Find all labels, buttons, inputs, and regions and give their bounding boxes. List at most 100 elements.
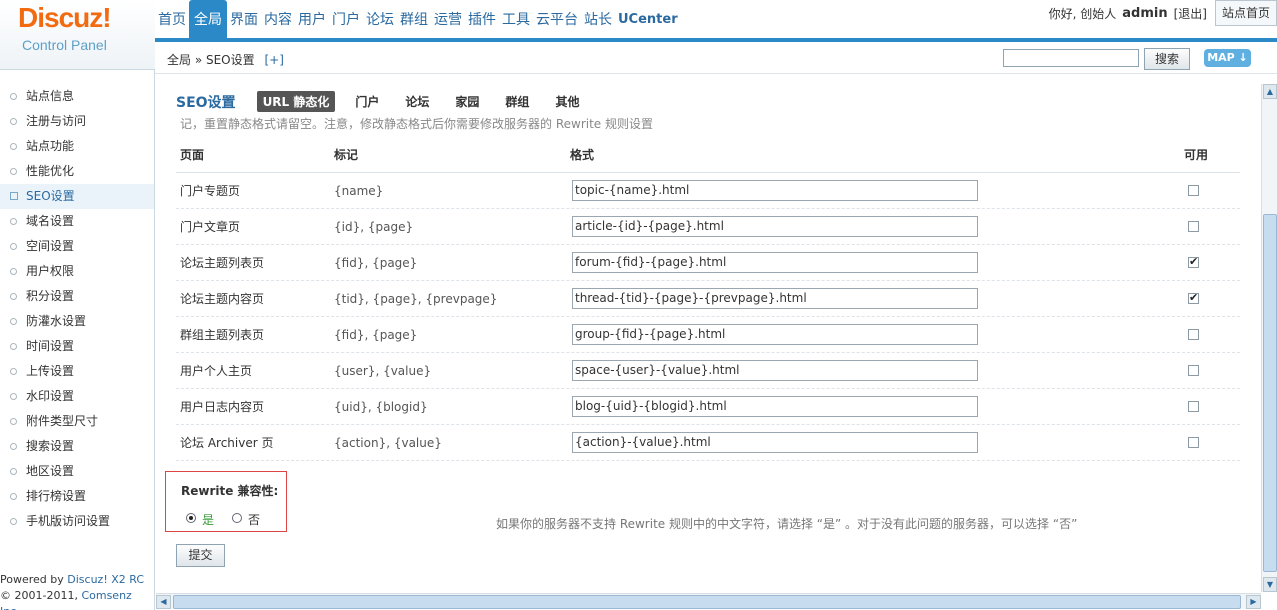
nav-item-5[interactable]: 门户 bbox=[329, 0, 363, 38]
nav-item-4[interactable]: 用户 bbox=[295, 0, 329, 38]
scroll-up-icon[interactable]: ▲ bbox=[1263, 84, 1277, 99]
table-row: 论坛主题内容页 {tid}, {page}, {prevpage} thread-{… bbox=[176, 281, 1240, 317]
sidebar-item-8[interactable]: 积分设置 bbox=[0, 284, 154, 309]
nav-item-1[interactable]: 全局 bbox=[189, 0, 227, 38]
bullet-icon bbox=[10, 493, 17, 500]
rewrite-yes-label: 是 bbox=[202, 513, 215, 527]
nav-item-7[interactable]: 群组 bbox=[397, 0, 431, 38]
map-button[interactable]: MAP ↓ bbox=[1204, 49, 1251, 67]
scroll-left-icon[interactable]: ◀ bbox=[156, 595, 171, 609]
format-input[interactable]: group-{fid}-{page}.html bbox=[572, 324, 978, 345]
sidebar-item-12[interactable]: 水印设置 bbox=[0, 384, 154, 409]
rewrite-yes-option[interactable]: 是 bbox=[186, 511, 214, 528]
nav-item-10[interactable]: 工具 bbox=[499, 0, 533, 38]
format-input[interactable]: blog-{uid}-{blogid}.html bbox=[572, 396, 978, 417]
sidebar-item-10[interactable]: 时间设置 bbox=[0, 334, 154, 359]
sidebar-item-16[interactable]: 排行榜设置 bbox=[0, 484, 154, 509]
tab-3[interactable]: 家园 bbox=[449, 91, 485, 112]
nav-item-9[interactable]: 插件 bbox=[465, 0, 499, 38]
sidebar-item-label: 地区设置 bbox=[26, 464, 75, 478]
enabled-checkbox[interactable] bbox=[1188, 185, 1199, 196]
format-input[interactable]: thread-{tid}-{page}-{prevpage}.html bbox=[572, 288, 978, 309]
bullet-icon bbox=[10, 418, 17, 425]
sidebar-item-6[interactable]: 空间设置 bbox=[0, 234, 154, 259]
nav-item-0[interactable]: 首页 bbox=[155, 0, 189, 38]
enabled-checkbox[interactable] bbox=[1188, 437, 1199, 448]
bullet-icon bbox=[10, 343, 17, 350]
table-row: 门户专题页 {name} topic-{name}.html bbox=[176, 173, 1240, 209]
format-input[interactable]: forum-{fid}-{page}.html bbox=[572, 252, 978, 273]
format-input[interactable]: {action}-{value}.html bbox=[572, 432, 978, 453]
search-button[interactable]: 搜索 bbox=[1144, 48, 1190, 70]
admin-app: Discuz! Control Panel 首页 全局 界面 内容 用户 门户 论坛 群组 运营… bbox=[0, 0, 1277, 610]
scroll-right-icon[interactable]: ▶ bbox=[1246, 595, 1261, 609]
nav-item-8[interactable]: 运营 bbox=[431, 0, 465, 38]
nav-item-11[interactable]: 云平台 bbox=[533, 0, 581, 38]
nav-item-6[interactable]: 论坛 bbox=[363, 0, 397, 38]
site-home-link[interactable]: 站点首页 bbox=[1214, 0, 1277, 26]
sidebar-item-3[interactable]: 性能优化 bbox=[0, 159, 154, 184]
format-input[interactable]: space-{user}-{value}.html bbox=[572, 360, 978, 381]
tab-1[interactable]: 门户 bbox=[349, 91, 385, 112]
add-shortcut-link[interactable]: [+] bbox=[264, 53, 283, 67]
vertical-scroll-thumb[interactable] bbox=[1263, 214, 1277, 572]
enabled-checkbox[interactable] bbox=[1188, 291, 1199, 304]
sidebar-item-0[interactable]: 站点信息 bbox=[0, 84, 154, 109]
horizontal-scroll-thumb[interactable] bbox=[173, 595, 1241, 609]
tab-5[interactable]: 其他 bbox=[549, 91, 585, 112]
sidebar-item-7[interactable]: 用户权限 bbox=[0, 259, 154, 284]
rewrite-compat: Rewrite 兼容性: 是 否 bbox=[165, 471, 287, 532]
enabled-checkbox[interactable] bbox=[1188, 401, 1199, 412]
enabled-checkbox[interactable] bbox=[1188, 221, 1199, 232]
sidebar-item-5[interactable]: 域名设置 bbox=[0, 209, 154, 234]
vertical-scrollbar[interactable]: ▲ ▼ bbox=[1261, 84, 1277, 592]
bullet-icon bbox=[10, 243, 17, 250]
sidebar-item-11[interactable]: 上传设置 bbox=[0, 359, 154, 384]
nav-item-3[interactable]: 内容 bbox=[261, 0, 295, 38]
rewrite-yes-radio[interactable] bbox=[186, 513, 196, 523]
bullet-icon bbox=[10, 443, 17, 450]
sidebar-item-4[interactable]: SEO设置 bbox=[0, 184, 154, 209]
sidebar-item-label: 空间设置 bbox=[26, 239, 75, 253]
nav-item-12[interactable]: 站长 bbox=[581, 0, 615, 38]
sidebar-item-label: 搜索设置 bbox=[26, 439, 75, 453]
footer-copyright: © 2001-2011, bbox=[0, 589, 82, 602]
logo-brand: Discuz! bbox=[18, 2, 112, 33]
format-input[interactable]: topic-{name}.html bbox=[572, 180, 978, 201]
footer-product-link[interactable]: Discuz! X2 RC bbox=[67, 573, 144, 586]
tab-0[interactable]: URL 静态化 bbox=[256, 91, 336, 112]
sidebar-item-2[interactable]: 站点功能 bbox=[0, 134, 154, 159]
main-content: SEO设置 URL 静态化 门户 论坛 家园 群组 其他 记，重置静态格式请留空。注意，修… bbox=[156, 75, 1260, 591]
header-page: 页面 bbox=[180, 148, 205, 162]
tab-4[interactable]: 群组 bbox=[499, 91, 535, 112]
row-mark: {fid}, {page} bbox=[334, 328, 418, 342]
sidebar-item-1[interactable]: 注册与访问 bbox=[0, 109, 154, 134]
breadcrumb: 全局 » SEO设置 [+] bbox=[167, 51, 284, 68]
bullet-icon bbox=[10, 118, 17, 125]
username: admin bbox=[1122, 5, 1168, 21]
logo[interactable]: Discuz! Control Panel bbox=[0, 0, 155, 70]
horizontal-scrollbar[interactable]: ◀ ▶ bbox=[156, 593, 1261, 609]
sidebar-item-17[interactable]: 手机版访问设置 bbox=[0, 509, 154, 534]
format-input[interactable]: article-{id}-{page}.html bbox=[572, 216, 978, 237]
logout-link[interactable]: [退出] bbox=[1174, 5, 1207, 22]
rewrite-no-option[interactable]: 否 bbox=[232, 511, 260, 528]
sidebar-item-14[interactable]: 搜索设置 bbox=[0, 434, 154, 459]
sidebar-item-15[interactable]: 地区设置 bbox=[0, 459, 154, 484]
rewrite-no-radio[interactable] bbox=[232, 513, 242, 523]
user-box: 你好, 创始人 admin [退出] 站点首页 bbox=[1049, 0, 1277, 26]
sidebar-item-13[interactable]: 附件类型尺寸 bbox=[0, 409, 154, 434]
top-nav: 首页 全局 界面 内容 用户 门户 论坛 群组 运营 插件 工具 云平台 站长 UCenter bbox=[155, 0, 681, 38]
submit-button[interactable]: 提交 bbox=[176, 544, 225, 567]
nav-item-2[interactable]: 界面 bbox=[227, 0, 261, 38]
enabled-checkbox[interactable] bbox=[1188, 365, 1199, 376]
scroll-down-icon[interactable]: ▼ bbox=[1263, 577, 1277, 592]
nav-item-13[interactable]: UCenter bbox=[615, 0, 681, 38]
breadcrumb-text[interactable]: 全局 » SEO设置 bbox=[167, 53, 255, 67]
enabled-checkbox[interactable] bbox=[1188, 329, 1199, 340]
header-format: 格式 bbox=[570, 148, 595, 162]
search-input[interactable] bbox=[1003, 49, 1139, 67]
enabled-checkbox[interactable] bbox=[1188, 255, 1199, 268]
tab-2[interactable]: 论坛 bbox=[399, 91, 435, 112]
sidebar-item-9[interactable]: 防灌水设置 bbox=[0, 309, 154, 334]
